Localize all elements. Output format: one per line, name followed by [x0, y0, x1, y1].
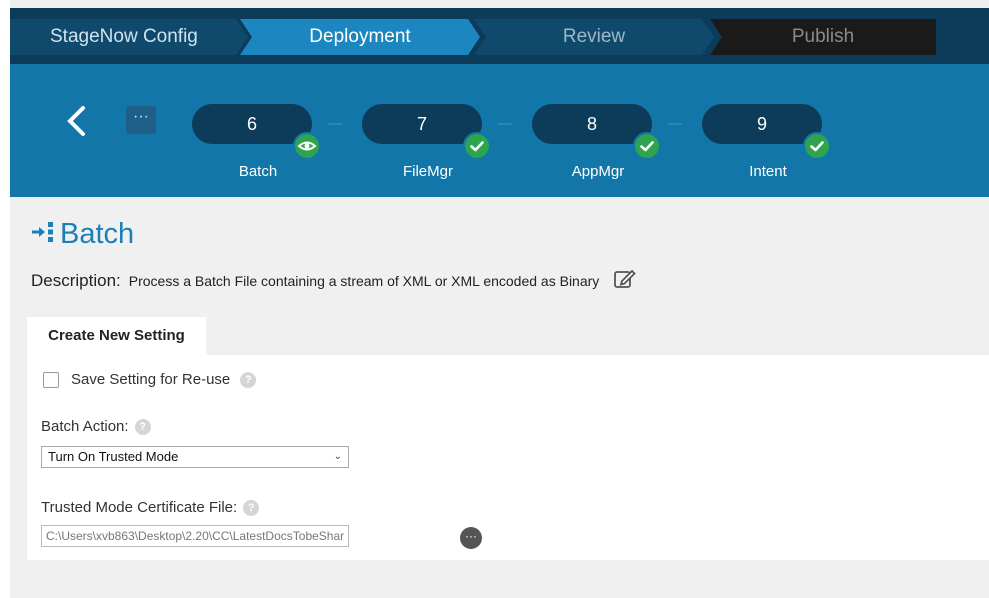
- step-filemgr[interactable]: 7 FileMgr: [362, 104, 491, 186]
- wizard-tab-bar: StageNow Config Deployment Review Publis…: [10, 8, 989, 64]
- description-text: Process a Batch File containing a stream…: [128, 272, 600, 289]
- tab-label: Review: [562, 26, 626, 47]
- back-arrow-icon[interactable]: [65, 104, 89, 138]
- batch-action-label: Batch Action:: [41, 418, 129, 435]
- tab-review[interactable]: Review: [474, 19, 714, 55]
- step-intent[interactable]: 9 Intent: [702, 104, 831, 186]
- step-batch[interactable]: 6 Batch: [192, 104, 321, 186]
- step-connector: [328, 123, 342, 125]
- step-connector: [498, 123, 512, 125]
- help-icon[interactable]: ?: [134, 418, 151, 435]
- tab-label: Publish: [791, 26, 855, 47]
- cert-file-path-input[interactable]: C:\Users\xvb863\Desktop\2.20\CC\LatestDo…: [41, 525, 349, 547]
- chevron-down-icon: ⌄: [333, 451, 342, 462]
- tab-deployment[interactable]: Deployment: [240, 19, 480, 55]
- more-steps-button[interactable]: ···: [126, 106, 156, 134]
- batch-icon: [30, 219, 56, 250]
- batch-action-select[interactable]: Turn On Trusted Mode ⌄: [41, 446, 349, 468]
- browse-file-button[interactable]: ···: [460, 527, 482, 549]
- step-label: Batch: [238, 163, 278, 180]
- stagenow-window: StageNow Config Deployment Review Publis…: [10, 0, 989, 598]
- tab-stagenow-config[interactable]: StageNow Config: [10, 19, 248, 55]
- cert-file-label: Trusted Mode Certificate File:: [41, 499, 238, 516]
- cert-file-row: Trusted Mode Certificate File: ?: [41, 499, 260, 516]
- save-setting-label: Save Setting for Re-use: [71, 371, 231, 388]
- step-label: AppMgr: [571, 163, 625, 180]
- batch-action-row: Batch Action: ?: [41, 418, 151, 435]
- step-connector: [668, 123, 682, 125]
- tab-label: StageNow Config: [50, 26, 198, 47]
- batch-action-value: Turn On Trusted Mode: [48, 449, 179, 464]
- step-appmgr[interactable]: 8 AppMgr: [532, 104, 661, 186]
- page-title: Batch: [60, 218, 135, 250]
- description-row: Description: Process a Batch File contai…: [31, 268, 637, 293]
- edit-icon[interactable]: [613, 268, 637, 293]
- tab-publish[interactable]: Publish: [710, 19, 936, 55]
- tab-create-new-setting[interactable]: Create New Setting: [27, 317, 206, 355]
- step-label: FileMgr: [402, 163, 453, 180]
- help-icon[interactable]: ?: [240, 371, 257, 388]
- save-setting-row: Save Setting for Re-use ?: [43, 371, 257, 388]
- page-heading: Batch: [30, 218, 134, 251]
- step-label: Intent: [749, 163, 787, 180]
- tab-label: Deployment: [309, 26, 411, 47]
- help-icon[interactable]: ?: [243, 499, 260, 516]
- checkmark-icon: [463, 132, 491, 160]
- eye-icon: [293, 132, 321, 160]
- checkmark-icon: [633, 132, 661, 160]
- step-progress-header: ··· 6 Batch 7 FileMgr 8 AppMgr 9 Intent: [10, 64, 989, 197]
- checkmark-icon: [803, 132, 831, 160]
- description-label: Description:: [31, 270, 121, 290]
- save-setting-checkbox[interactable]: [43, 371, 59, 388]
- settings-form-panel: Save Setting for Re-use ? Batch Action: …: [27, 355, 989, 560]
